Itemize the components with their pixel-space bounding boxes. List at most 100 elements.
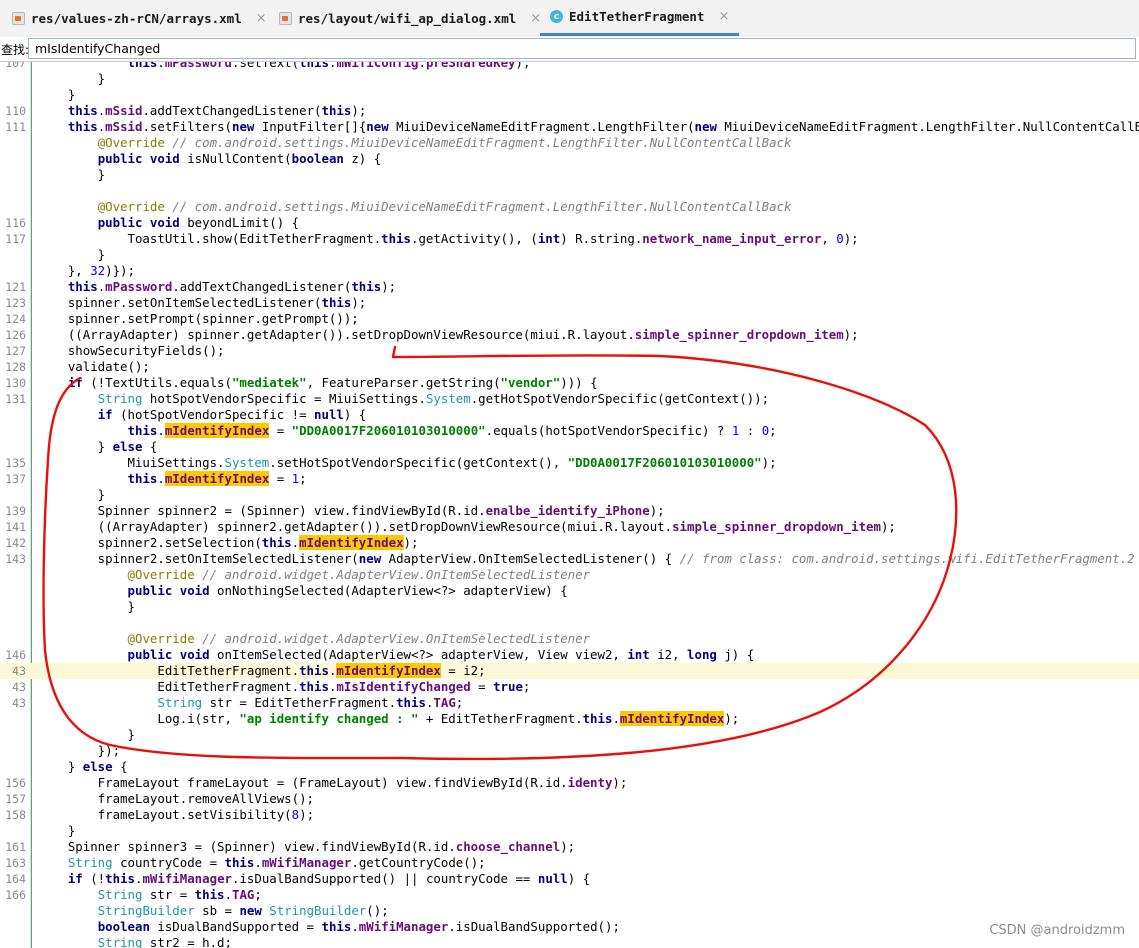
code-line[interactable]: }: [0, 247, 1139, 263]
code-line[interactable]: 139 Spinner spinner2 = (Spinner) view.fi…: [0, 503, 1139, 519]
line-number: 135: [5, 456, 26, 470]
code-line[interactable]: 43 EditTetherFragment.this.mIdentifyInde…: [0, 663, 1139, 679]
code-line[interactable]: 156 FrameLayout frameLayout = (FrameLayo…: [0, 775, 1139, 791]
code-line[interactable]: @Override // android.widget.AdapterView.…: [0, 631, 1139, 647]
code-line[interactable]: public void isNullContent(boolean z) {: [0, 151, 1139, 167]
code-line[interactable]: [0, 183, 1139, 199]
code-text: frameLayout.setVisibility(8);: [38, 807, 315, 822]
code-line[interactable]: 143 spinner2.setOnItemSelectedListener(n…: [0, 551, 1139, 567]
line-number: 110: [5, 104, 26, 118]
code-text: spinner2.setOnItemSelectedListener(new A…: [38, 551, 1135, 566]
tab-edittetherfragment[interactable]: c EditTetherFragment ×: [540, 0, 740, 36]
code-line[interactable]: }: [0, 87, 1139, 103]
code-line[interactable]: @Override // com.android.settings.MiuiDe…: [0, 199, 1139, 215]
code-line[interactable]: }: [0, 823, 1139, 839]
code-line[interactable]: 131 String hotSpotVendorSpecific = MiuiS…: [0, 391, 1139, 407]
code-line[interactable]: 111 this.mSsid.setFilters(new InputFilte…: [0, 119, 1139, 135]
code-line[interactable]: 157 frameLayout.removeAllViews();: [0, 791, 1139, 807]
watermark: CSDN @androidzmm: [989, 923, 1125, 938]
code-line[interactable]: 43 EditTetherFragment.this.mIsIdentifyCh…: [0, 679, 1139, 695]
code-line[interactable]: 135 MiuiSettings.System.setHotSpotVendor…: [0, 455, 1139, 471]
code-text: @Override // android.widget.AdapterView.…: [127, 567, 591, 582]
code-line[interactable]: 161 Spinner spinner3 = (Spinner) view.fi…: [0, 839, 1139, 855]
code-text: Spinner spinner2 = (Spinner) view.findVi…: [38, 503, 665, 518]
code-text: }: [38, 727, 135, 742]
code-line[interactable]: 146 public void onItemSelected(AdapterVi…: [0, 647, 1139, 663]
line-number: 121: [5, 280, 26, 294]
code-text: this.mIdentifyIndex = "DD0A0017F20601010…: [127, 423, 777, 438]
code-line[interactable]: 137 this.mIdentifyIndex = 1;: [0, 471, 1139, 487]
code-text: Log.i(str, "ap identify changed : " + Ed…: [38, 711, 740, 726]
code-line[interactable]: 126 ((ArrayAdapter) spinner.getAdapter()…: [0, 327, 1139, 343]
code-text: @Override // com.android.settings.MiuiDe…: [97, 135, 792, 150]
line-number: 163: [5, 856, 26, 870]
code-line[interactable]: [0, 615, 1139, 631]
line-number: 156: [5, 776, 26, 790]
editor-tab-bar: res/values-zh-rCN/arrays.xml × res/layou…: [0, 0, 1139, 38]
find-bar: 查找:: [0, 37, 1139, 62]
line-number: 164: [5, 872, 26, 886]
code-line[interactable]: }: [0, 167, 1139, 183]
code-line[interactable]: boolean isDualBandSupported = this.mWifi…: [0, 919, 1139, 935]
code-line[interactable]: @Override // android.widget.AdapterView.…: [0, 567, 1139, 583]
code-line[interactable]: });: [0, 743, 1139, 759]
code-line[interactable]: Log.i(str, "ap identify changed : " + Ed…: [0, 711, 1139, 727]
line-number: 157: [5, 792, 26, 806]
code-text: spinner2.setSelection(this.mIdentifyInde…: [38, 535, 419, 550]
code-line[interactable]: @Override // com.android.settings.MiuiDe…: [0, 135, 1139, 151]
code-line[interactable]: 158 frameLayout.setVisibility(8);: [0, 807, 1139, 823]
code-line[interactable]: }: [0, 727, 1139, 743]
close-icon[interactable]: ×: [718, 9, 729, 24]
find-input[interactable]: [28, 38, 1136, 59]
code-line[interactable]: 163 String countryCode = this.mWifiManag…: [0, 855, 1139, 871]
code-line[interactable]: 127 showSecurityFields();: [0, 343, 1139, 359]
code-text: this.mIdentifyIndex = 1;: [127, 471, 307, 486]
xml-file-icon: [279, 11, 292, 25]
code-text: }: [38, 87, 76, 102]
code-line[interactable]: }: [0, 599, 1139, 615]
code-text: public void onItemSelected(AdapterView<?…: [127, 647, 755, 662]
code-editor[interactable]: 107 this.mPassword.setText(this.mWifiCon…: [0, 62, 1139, 948]
code-text: }: [38, 167, 106, 182]
code-text: }: [38, 487, 106, 502]
code-line[interactable]: 166 String str = this.TAG;: [0, 887, 1139, 903]
code-text: EditTetherFragment.this.mIsIdentifyChang…: [38, 679, 531, 694]
tab-wifi-ap-dialog-xml[interactable]: res/layout/wifi_ap_dialog.xml ×: [279, 0, 541, 36]
code-line[interactable]: this.mIdentifyIndex = "DD0A0017F20601010…: [0, 423, 1139, 439]
code-text: spinner.setOnItemSelectedListener(this);: [38, 295, 367, 310]
code-line[interactable]: 123 spinner.setOnItemSelectedListener(th…: [0, 295, 1139, 311]
code-line[interactable]: }: [0, 71, 1139, 87]
code-line[interactable]: String str2 = h.d;: [0, 935, 1139, 948]
code-line[interactable]: } else {: [0, 759, 1139, 775]
code-line[interactable]: StringBuilder sb = new StringBuilder();: [0, 903, 1139, 919]
code-line[interactable]: 130 if (!TextUtils.equals("mediatek", Fe…: [0, 375, 1139, 391]
code-line[interactable]: 164 if (!this.mWifiManager.isDualBandSup…: [0, 871, 1139, 887]
code-line[interactable]: }: [0, 487, 1139, 503]
code-line[interactable]: 116 public void beyondLimit() {: [0, 215, 1139, 231]
code-line[interactable]: }, 32)});: [0, 263, 1139, 279]
code-line[interactable]: } else {: [0, 439, 1139, 455]
tab-label: res/values-zh-rCN/arrays.xml: [31, 10, 242, 26]
code-line[interactable]: 141 ((ArrayAdapter) spinner2.getAdapter(…: [0, 519, 1139, 535]
line-number: 141: [5, 520, 26, 534]
code-line[interactable]: 124 spinner.setPrompt(spinner.getPrompt(…: [0, 311, 1139, 327]
code-line[interactable]: if (hotSpotVendorSpecific != null) {: [0, 407, 1139, 423]
code-line[interactable]: public void onNothingSelected(AdapterVie…: [0, 583, 1139, 599]
code-text: ((ArrayAdapter) spinner.getAdapter()).se…: [38, 327, 859, 342]
tab-arrays-xml[interactable]: res/values-zh-rCN/arrays.xml ×: [12, 0, 267, 36]
code-line[interactable]: 43 String str = EditTetherFragment.this.…: [0, 695, 1139, 711]
code-line[interactable]: 110 this.mSsid.addTextChangedListener(th…: [0, 103, 1139, 119]
code-text: }, 32)});: [38, 263, 135, 278]
code-text: ToastUtil.show(EditTetherFragment.this.g…: [38, 231, 859, 246]
code-line[interactable]: 121 this.mPassword.addTextChangedListene…: [0, 279, 1139, 295]
code-text: StringBuilder sb = new StringBuilder();: [97, 903, 389, 918]
code-text: public void isNullContent(boolean z) {: [97, 151, 382, 166]
code-line[interactable]: 117 ToastUtil.show(EditTetherFragment.th…: [0, 231, 1139, 247]
code-line[interactable]: 142 spinner2.setSelection(this.mIdentify…: [0, 535, 1139, 551]
close-icon[interactable]: ×: [256, 11, 267, 26]
code-text: validate();: [38, 359, 150, 374]
line-number: 139: [5, 504, 26, 518]
line-number: 107: [5, 62, 26, 70]
code-line[interactable]: 107 this.mPassword.setText(this.mWifiCon…: [0, 62, 1139, 71]
code-line[interactable]: 128 validate();: [0, 359, 1139, 375]
